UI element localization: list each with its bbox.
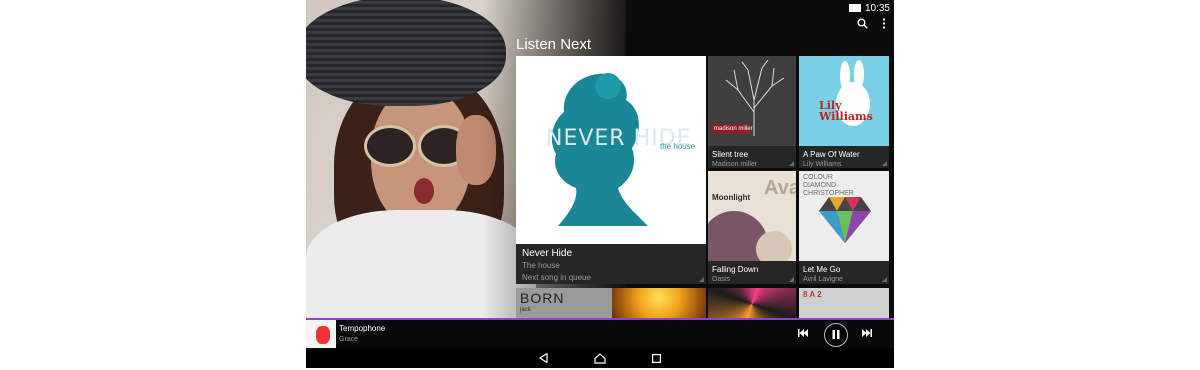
album-tile-let-me-go[interactable]: COLOUR DIAMOND CHRISTOPHER Let Me Go Avr… <box>799 171 889 284</box>
action-bar <box>857 18 886 32</box>
overflow-corner-icon[interactable] <box>699 277 704 282</box>
now-playing-bar[interactable]: Tempophone Grace <box>306 318 894 350</box>
hero-sunglasses-right <box>418 125 470 167</box>
album-tile-a-paw-of-water[interactable]: Lily Williams A Paw Of Water Lily Willia… <box>799 56 889 168</box>
album-art-subtitle: the house <box>660 142 696 151</box>
skip-next-icon <box>862 329 872 339</box>
skip-previous-icon <box>798 329 808 339</box>
album-art-text: BORN <box>520 290 565 306</box>
album-tile-never-hide[interactable]: NEVER HIDE the house Never Hide The hous… <box>516 56 706 284</box>
hero-shirt <box>306 210 536 320</box>
overflow-corner-icon[interactable] <box>789 161 794 166</box>
album-tile-falling-down[interactable]: Moonlight Ava Falling Down Oasis <box>708 171 796 284</box>
hero-mouth <box>414 178 434 204</box>
artist-name: Lily Williams <box>803 161 842 168</box>
now-playing-art[interactable] <box>306 320 336 350</box>
album-art-text: Lily Williams <box>819 99 873 123</box>
album-tile[interactable] <box>708 288 796 320</box>
hero-hat <box>306 0 506 106</box>
recents-button[interactable] <box>646 350 666 366</box>
music-app-screen: 10:35 Listen Next NEVER HIDE the house N… <box>306 0 894 368</box>
overflow-corner-icon[interactable] <box>789 277 794 282</box>
artist-name: The house <box>522 261 560 270</box>
section-title: Listen Next <box>516 36 592 53</box>
more-vert-icon[interactable] <box>882 18 886 32</box>
tile-meta: Silent tree Madison miller <box>708 146 796 168</box>
back-icon <box>539 353 548 363</box>
search-icon[interactable] <box>857 18 868 32</box>
song-title: Let Me Go <box>803 265 841 274</box>
album-art: NEVER HIDE the house <box>516 56 706 244</box>
home-icon <box>594 352 606 364</box>
status-time: 10:35 <box>864 2 890 14</box>
art-shape <box>316 326 330 344</box>
album-tile[interactable]: BORN jack <box>516 288 612 320</box>
song-title: A Paw Of Water <box>803 150 860 159</box>
tile-meta: Never Hide The house Next song in queue <box>516 244 706 284</box>
album-art-text: madison miller <box>714 126 753 132</box>
tile-meta: Let Me Go Avril Lavigne <box>799 261 889 284</box>
album-art: Lily Williams <box>799 56 889 146</box>
song-title: Falling Down <box>712 265 759 274</box>
album-tile-silent-tree[interactable]: madison miller Silent tree Madison mille… <box>708 56 796 168</box>
album-art-text: 8 A 2 <box>803 290 822 299</box>
status-bar: 10:35 <box>848 2 890 14</box>
now-playing-artist: Grace <box>339 336 359 343</box>
pause-icon <box>832 329 840 341</box>
now-playing-title: Tempophone <box>339 324 386 333</box>
back-button[interactable] <box>534 350 554 366</box>
album-tile[interactable]: 8 A 2 <box>799 288 889 320</box>
skip-next-button[interactable] <box>858 324 876 344</box>
tree-art <box>712 59 785 136</box>
album-art: Moonlight Ava <box>708 171 796 261</box>
tile-meta: Falling Down Oasis <box>708 261 796 284</box>
hero-hair <box>334 70 504 280</box>
album-art: madison miller <box>708 56 796 146</box>
home-button[interactable] <box>590 350 610 366</box>
song-title: Silent tree <box>712 150 749 159</box>
hero-sunglasses-left <box>364 125 416 167</box>
diamond-art <box>819 197 871 243</box>
skip-previous-button[interactable] <box>794 324 812 344</box>
album-tile[interactable] <box>612 288 706 320</box>
album-art: COLOUR DIAMOND CHRISTOPHER <box>799 171 889 261</box>
album-art-text-2: Ava <box>764 177 796 199</box>
queue-note: Next song in queue <box>522 273 591 282</box>
hero-face <box>371 88 471 228</box>
album-art-small-text: jack <box>520 307 531 313</box>
pause-button[interactable] <box>824 323 848 347</box>
overflow-corner-icon[interactable] <box>882 277 887 282</box>
overflow-corner-icon[interactable] <box>882 161 887 166</box>
recents-icon <box>651 353 661 363</box>
system-nav-bar <box>306 348 894 368</box>
artist-name: Avril Lavigne <box>803 276 843 283</box>
artist-name: Madison miller <box>712 161 758 168</box>
hero-hand <box>456 115 496 185</box>
tile-meta: A Paw Of Water Lily Williams <box>799 146 889 168</box>
album-art-text: COLOUR DIAMOND CHRISTOPHER <box>803 174 854 197</box>
album-art-text-1: Moonlight <box>712 193 751 202</box>
battery-icon <box>848 4 861 12</box>
song-title: Never Hide <box>522 248 573 259</box>
artist-name: Oasis <box>712 276 730 283</box>
